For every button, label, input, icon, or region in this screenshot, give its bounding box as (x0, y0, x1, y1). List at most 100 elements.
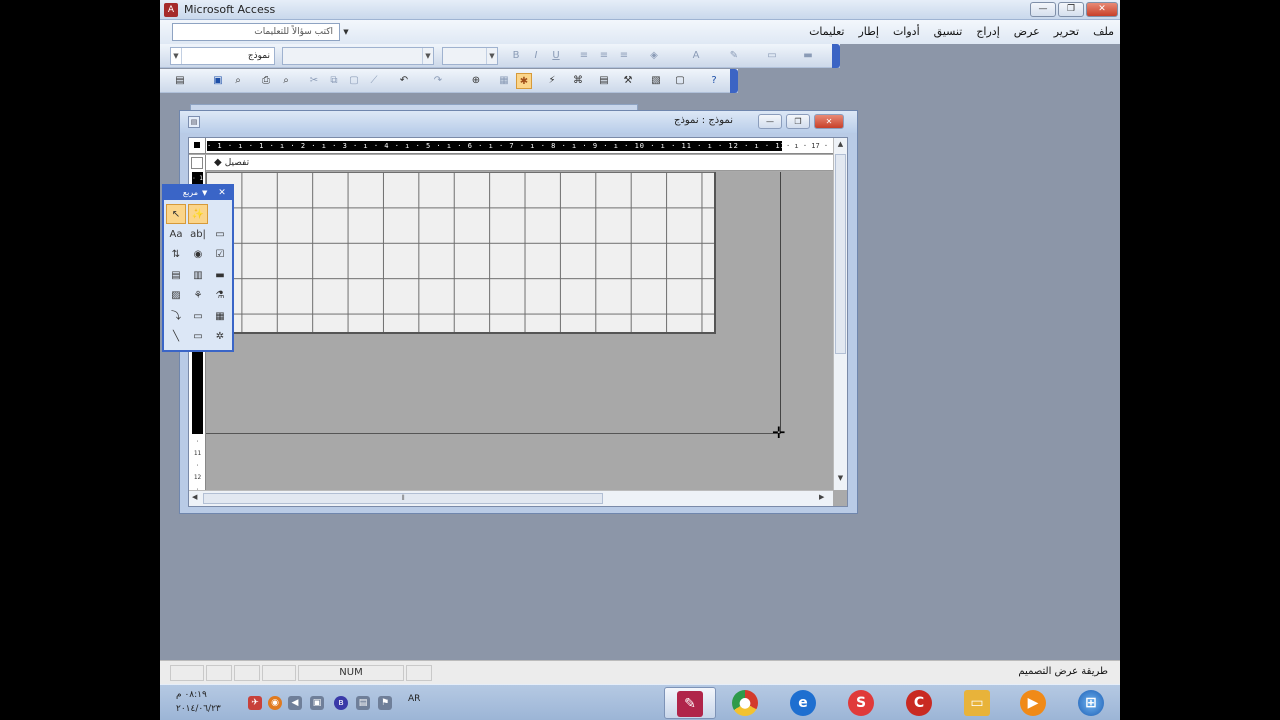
menu-tools[interactable]: أدوات (893, 25, 920, 38)
menu-help[interactable]: تعليمات (809, 25, 844, 38)
form-icon[interactable]: ▤ (188, 116, 200, 128)
label-tool-icon[interactable]: Aa (166, 225, 186, 245)
redo-icon[interactable]: ↷ (430, 73, 446, 89)
volume-icon[interactable]: ◀ (288, 696, 302, 710)
bound-object-icon[interactable]: ⚗ (210, 286, 230, 306)
align-center-icon[interactable]: ≡ (596, 48, 612, 64)
database-window-icon[interactable]: ▧ (648, 73, 664, 89)
detail-section-bar[interactable]: ◆ تفصيل (206, 155, 833, 171)
checkbox-tool-icon[interactable]: ☑ (210, 245, 230, 265)
cut-icon[interactable]: ✂ (306, 73, 322, 89)
form-restore-button[interactable]: ❐ (786, 114, 810, 129)
taskbar-app-snagit[interactable]: S (836, 687, 888, 719)
menu-insert[interactable]: إدراج (976, 25, 999, 38)
menu-view[interactable]: عرض (1014, 25, 1040, 38)
print-preview-icon[interactable]: ⌕ (278, 73, 294, 89)
toolbox-toggle-icon[interactable]: ✱ (516, 73, 532, 89)
menu-format[interactable]: تنسيق (934, 25, 963, 38)
taskbar-app-ie[interactable]: e (778, 687, 830, 719)
flag-icon[interactable]: ⚑ (378, 696, 392, 710)
fill-color-icon[interactable]: ◈ (646, 48, 662, 64)
toggle-button-icon[interactable]: ⇅ (166, 245, 186, 265)
toolbox-title-bar[interactable]: مربع ▼ ✕ (164, 186, 232, 200)
listbox-tool-icon[interactable]: ▥ (188, 266, 208, 286)
vertical-scroll-thumb[interactable] (835, 154, 846, 354)
form-width-edge[interactable] (780, 172, 781, 434)
section-selector[interactable] (191, 157, 203, 169)
bluetooth-icon[interactable]: ʙ (334, 696, 348, 710)
horizontal-ruler[interactable]: · 1 · ı · 1 · ı · 2 · ı · 3 · ı · 4 · ı … (206, 138, 837, 154)
autoformat-icon[interactable]: ⚡ (544, 73, 560, 89)
format-painter-icon[interactable]: ⟋ (366, 73, 382, 89)
line-tool-icon[interactable]: ╲ (166, 327, 186, 347)
textbox-tool-icon[interactable]: ab| (188, 225, 208, 245)
align-left-icon[interactable]: ≡ (576, 48, 592, 64)
build-icon[interactable]: ⚒ (620, 73, 636, 89)
properties-icon[interactable]: ▤ (596, 73, 612, 89)
vertical-scrollbar[interactable]: ▲ ▼ (833, 138, 847, 490)
close-button[interactable]: ✕ (1086, 2, 1118, 17)
taskbar-app-explorer[interactable]: ▭ (952, 687, 1004, 719)
command-button-icon[interactable]: ▬ (210, 266, 230, 286)
line-color-icon[interactable]: ✎ (726, 48, 742, 64)
line-width-icon[interactable]: ▭ (764, 48, 780, 64)
network-icon[interactable]: ▣ (310, 696, 324, 710)
object-combo[interactable]: ▼ نموذج (170, 47, 275, 65)
font-size-combo[interactable]: ▼ (442, 47, 498, 65)
detail-section-grid[interactable] (206, 172, 716, 334)
form-selector[interactable] (189, 138, 206, 154)
tray-icon[interactable]: ▤ (356, 696, 370, 710)
maximize-button[interactable]: ❐ (1058, 2, 1084, 17)
menu-edit[interactable]: تحرير (1054, 25, 1079, 38)
form-minimize-button[interactable]: — (758, 114, 782, 129)
underline-button[interactable]: U (548, 48, 564, 64)
new-object-icon[interactable]: ▢ (672, 73, 688, 89)
more-controls-icon[interactable]: ✲ (210, 327, 230, 347)
bold-button[interactable]: B (508, 48, 524, 64)
print-icon[interactable]: ⎙ (258, 73, 274, 89)
tab-control-icon[interactable]: ▭ (188, 307, 208, 327)
toolbox-close-icon[interactable]: ✕ (216, 186, 228, 200)
start-button[interactable]: ⊞ (1066, 687, 1118, 719)
scroll-left-icon[interactable]: ◀ (192, 493, 197, 501)
language-indicator[interactable]: AR (408, 694, 420, 704)
form-close-button[interactable]: ✕ (814, 114, 844, 129)
select-objects-icon[interactable]: ↖ (166, 204, 186, 224)
special-effect-icon[interactable]: ▬ (800, 48, 816, 64)
combobox-tool-icon[interactable]: ▤ (166, 266, 186, 286)
system-clock[interactable]: ٠٨:١٩ م ٢٠١٤/٠٦/٢٣ (176, 688, 221, 716)
toolbar-grip[interactable] (832, 44, 840, 68)
option-group-icon[interactable]: ▭ (210, 225, 230, 245)
taskbar-app-access[interactable]: ✎ (664, 687, 716, 719)
code-icon[interactable]: ⌘ (570, 73, 586, 89)
control-wizards-icon[interactable]: ✨ (188, 204, 208, 224)
font-color-icon[interactable]: A (688, 48, 704, 64)
subform-icon[interactable]: ▦ (210, 307, 230, 327)
font-combo[interactable]: ▼ (282, 47, 434, 65)
menu-window[interactable]: إطار (858, 25, 878, 38)
taskbar-app-chrome[interactable]: ● (720, 687, 772, 719)
taskbar-app-media-player[interactable]: ▶ (1008, 687, 1060, 719)
tray-icon[interactable]: ✈ (248, 696, 262, 710)
save-icon[interactable]: ▣ (210, 73, 226, 89)
toolbar-grip[interactable] (730, 69, 738, 93)
ask-question-box[interactable]: اكتب سؤالاً للتعليمات ▼ (172, 23, 349, 41)
italic-button[interactable]: I (528, 48, 544, 64)
scroll-right-icon[interactable]: ▶ (819, 493, 824, 501)
scroll-down-icon[interactable]: ▼ (834, 474, 847, 486)
align-right-icon[interactable]: ≡ (616, 48, 632, 64)
taskbar-app-ccleaner[interactable]: C (894, 687, 946, 719)
access-app-icon[interactable]: A (164, 3, 178, 17)
hyperlink-icon[interactable]: ⊕ (468, 73, 484, 89)
view-icon[interactable]: ▤ (172, 73, 188, 89)
unbound-object-icon[interactable]: ⚘ (188, 286, 208, 306)
horizontal-scrollbar[interactable]: ◀ ⦀ ▶ (189, 490, 833, 506)
rectangle-tool-icon[interactable]: ▭ (188, 327, 208, 347)
paste-icon[interactable]: ▢ (346, 73, 362, 89)
undo-icon[interactable]: ↶ (396, 73, 412, 89)
page-break-icon[interactable]: ⤵ (166, 307, 186, 327)
minimize-button[interactable]: — (1030, 2, 1056, 17)
tray-icon[interactable]: ◉ (268, 696, 282, 710)
copy-icon[interactable]: ⧉ (326, 73, 342, 89)
horizontal-scroll-thumb[interactable]: ⦀ (203, 493, 603, 504)
